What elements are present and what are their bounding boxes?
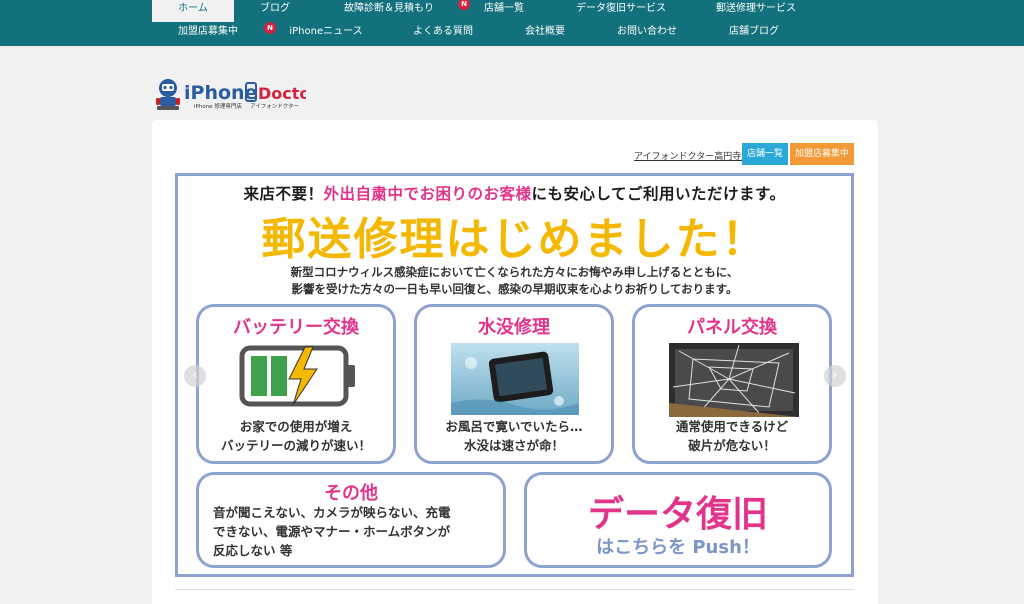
service-other[interactable]: その他 音が聞こえない、カメラが映らない、充電 できない、電源やマナー・ホームボ… [196, 472, 506, 568]
global-nav: ホーム ブログ 故障診断＆見積もり N 店舗一覧 データ復旧サービス 郵送修理サ… [0, 0, 1024, 46]
data-recovery-button[interactable]: データ復旧 はこちらを Push！ [524, 472, 832, 568]
service-line-2: 水没は速さが命！ [463, 438, 564, 453]
service-battery[interactable]: バッテリー交換 お家での使用が増え バッテリーの減りが速い！ [196, 304, 396, 464]
nav-row-1: ホーム ブログ 故障診断＆見積もり N 店舗一覧 データ復旧サービス 郵送修理サ… [0, 0, 1024, 22]
banner-message: 新型コロナウィルス感染症において亡くなられた方々にお悔やみ申し上げるとともに、 … [178, 264, 851, 298]
nav-mail-repair[interactable]: 郵送修理サービス [700, 0, 812, 22]
nav-store-blog[interactable]: 店舗ブログ [716, 23, 792, 45]
service-line-1: 通常使用できるけど [675, 419, 789, 434]
logo-text-b: Doctor [258, 84, 306, 103]
nav-data-recovery[interactable]: データ復旧サービス [562, 0, 680, 22]
franchise-button[interactable]: 加盟店募集中 [790, 143, 854, 165]
nav-stores[interactable]: 店舗一覧 [468, 0, 540, 22]
store-link[interactable]: アイフォンドクター高円寺店 [634, 149, 750, 162]
nav-company[interactable]: 会社概要 [510, 23, 580, 45]
service-text: お風呂で寛いでいたら… 水没は速さが命！ [417, 417, 611, 455]
nav-blog[interactable]: ブログ [234, 0, 316, 22]
banner-headline: 来店不要！外出自粛中でお困りのお客様にも安心してご利用いただけます。 [178, 182, 851, 204]
store-list-button[interactable]: 店舗一覧 [742, 143, 788, 165]
service-line-1: お風呂で寛いでいたら… [445, 419, 583, 434]
headline-part-b: 外出自粛中でお困りのお客様 [323, 185, 532, 203]
nav-franchise[interactable]: 加盟店募集中 [168, 23, 248, 45]
logo-graphic: iPhone Doctor iPhone 修理専門店 アイフォンドクター [156, 79, 318, 110]
service-line-1: お家での使用が増え [239, 419, 353, 434]
message-line-2: 影響を受けた方々の一日も早い回復と、感染の早期収束を心よりお祈りしております。 [291, 282, 738, 296]
water-phone-image [451, 343, 579, 415]
slider-prev-arrow[interactable]: ‹ [184, 365, 206, 387]
other-line-3: 反応しない 等 [213, 543, 293, 558]
headline-part-a: 来店不要！ [243, 185, 324, 203]
battery-icon [239, 345, 355, 407]
divider [175, 589, 854, 590]
service-text: お家での使用が増え バッテリーの減りが速い！ [199, 417, 393, 455]
other-line-2: できない、電源やマナー・ホームボタンが [213, 524, 451, 539]
service-title: 水没修理 [478, 317, 550, 338]
banner-title: 郵送修理はじめました！ [261, 214, 768, 265]
mail-repair-banner[interactable]: 来店不要！外出自粛中でお困りのお客様にも安心してご利用いただけます。 郵送修理は… [175, 173, 854, 577]
other-text: 音が聞こえない、カメラが映らない、充電 できない、電源やマナー・ホームボタンが … [213, 503, 503, 560]
other-line-1: 音が聞こえない、カメラが映らない、充電 [213, 505, 451, 520]
service-panel[interactable]: パネル交換 通常使用できるけど 破片が危ない！ [632, 304, 832, 464]
slider-next-arrow[interactable]: › [824, 365, 846, 387]
service-title: パネル交換 [687, 317, 777, 338]
nav-diagnosis[interactable]: 故障診断＆見積もり [330, 0, 448, 22]
nav-row-2: 加盟店募集中 N iPhoneニュース よくある質問 会社概要 お問い合わせ 店… [0, 22, 1024, 45]
site-logo[interactable]: iPhone Doctor iPhone 修理専門店 アイフォンドクター [154, 74, 318, 112]
logo-sub-a: iPhone 修理専門店 [194, 102, 242, 110]
service-text: 通常使用できるけど 破片が危ない！ [635, 417, 829, 455]
logo-sub-b: アイフォンドクター [250, 102, 299, 110]
other-title: その他 [324, 483, 378, 504]
new-badge: N [264, 22, 276, 34]
service-line-2: 破片が危ない！ [688, 438, 776, 453]
message-line-1: 新型コロナウィルス感染症において亡くなられた方々にお悔やみ申し上げるとともに、 [290, 265, 739, 279]
data-title: データ復旧 [587, 494, 768, 535]
nav-iphone-news[interactable]: iPhoneニュース [280, 23, 372, 45]
headline-part-c: にも安心してご利用いただけます。 [531, 185, 786, 203]
service-title: バッテリー交換 [233, 317, 359, 338]
nav-faq[interactable]: よくある質問 [400, 23, 486, 45]
nav-contact[interactable]: お問い合わせ [606, 23, 688, 45]
cracked-screen-image [669, 343, 799, 417]
data-sub: はこちらを Push！ [596, 537, 760, 558]
service-water[interactable]: 水没修理 お風呂で寛いでいたら… 水没は速さが命！ [414, 304, 614, 464]
nav-home[interactable]: ホーム [152, 0, 234, 22]
service-line-2: バッテリーの減りが速い！ [220, 438, 371, 453]
